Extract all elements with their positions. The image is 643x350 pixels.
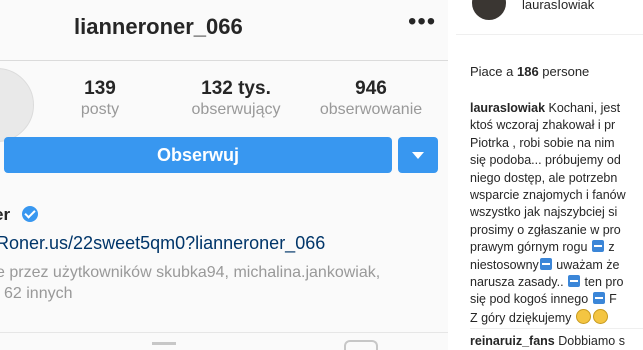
post-panel: laurasIowiak Piace a 186 persone laurasI… [456, 0, 643, 350]
smile-emoji-icon [575, 308, 591, 324]
followed-by-text[interactable]: e przez użytkowników skubka94, michalina… [0, 262, 380, 304]
caption-line: się pod kogoś innego [470, 292, 589, 307]
post-header-divider [456, 34, 643, 35]
profile-link[interactable]: Roner.us/22sweet5qm0?lianneroner_066 [0, 233, 325, 254]
caption-line: Z góry dziękujemy [470, 310, 572, 325]
comment-text: Dobbiamo s [554, 334, 625, 348]
caption-line: uważam że [552, 257, 620, 272]
stat-following[interactable]: 946 obserwowanie [311, 78, 431, 119]
caption-line: wsparcie znajomych i fanów [470, 188, 626, 203]
caption-line: F [605, 292, 617, 307]
caption-username[interactable]: laurasIowiak [470, 101, 545, 115]
stat-posts[interactable]: 139 posty [40, 78, 160, 119]
stat-following-value: 946 [355, 78, 387, 99]
right-arrow-emoji-icon [592, 292, 605, 305]
caption-line: prawym górnym rogu [470, 240, 588, 255]
stat-posts-label: posty [80, 101, 120, 118]
stat-followers-label: obserwujący [191, 101, 281, 118]
profile-username: lianneroner_066 [74, 14, 243, 39]
caption-line: niego dostęp, ale potrzebn [470, 170, 618, 185]
post-author-avatar[interactable] [472, 0, 506, 20]
caption-line: się podoba... próbujemy od [470, 153, 621, 168]
likes-number: 186 [516, 64, 539, 79]
tagged-icon[interactable] [344, 340, 378, 350]
suggestions-dropdown-button[interactable] [398, 137, 438, 173]
likes-suffix: persone [538, 64, 590, 79]
followed-by-line-2: i 62 innych [0, 285, 73, 302]
header-divider [0, 60, 448, 61]
stat-posts-value: 139 [84, 78, 116, 99]
grid-icon[interactable] [152, 342, 176, 345]
stat-followers-value: 132 tys. [201, 78, 271, 99]
stat-following-label: obserwowanie [319, 101, 423, 118]
comment-item: reinaruiz_fans Dobbiamo s [470, 334, 625, 348]
smile-emoji-icon [592, 308, 608, 324]
post-author-username[interactable]: laurasIowiak [522, 0, 594, 12]
stat-followers[interactable]: 132 tys. obserwujący [176, 78, 296, 119]
comment-username[interactable]: reinaruiz_fans [470, 334, 555, 348]
right-arrow-emoji-icon [591, 240, 604, 253]
comment-divider [470, 328, 643, 329]
tabs-divider [0, 332, 448, 333]
follow-button[interactable]: Obserwuj [4, 137, 392, 173]
likes-count[interactable]: Piace a 186 persone [470, 64, 589, 79]
profile-full-name: er [0, 205, 11, 224]
right-arrow-emoji-icon [539, 257, 552, 270]
more-horizontal-icon[interactable]: ••• [408, 8, 436, 36]
right-arrow-emoji-icon [568, 275, 581, 288]
post-caption: laurasIowiak Kochani, jest ktoś wczoraj … [470, 100, 643, 327]
caption-line: wszystko jak najszybciej si [470, 205, 618, 220]
caption-line: narusza zasady.. [470, 275, 564, 290]
caption-line: Piotrka , robi sobie na nim [470, 135, 615, 150]
chevron-down-icon [412, 152, 424, 159]
profile-header: lianneroner_066 ••• [0, 0, 448, 62]
caption-line: prosimy o zgłaszanie w pro [470, 222, 621, 237]
followed-by-line-1: e przez użytkowników skubka94, michalina… [0, 264, 381, 281]
caption-line: ten pro [581, 275, 624, 290]
caption-line: ktoś wczoraj zhakował i pr [470, 118, 616, 133]
caption-line: Kochani, jest [545, 101, 621, 115]
profile-panel: lianneroner_066 ••• 139 posty 132 tys. o… [0, 0, 448, 350]
caption-line: z [604, 240, 615, 255]
verified-badge-icon [22, 206, 38, 222]
profile-avatar[interactable] [0, 68, 34, 142]
caption-line: niestosowny [470, 257, 539, 272]
likes-prefix: Piace a [470, 64, 517, 79]
